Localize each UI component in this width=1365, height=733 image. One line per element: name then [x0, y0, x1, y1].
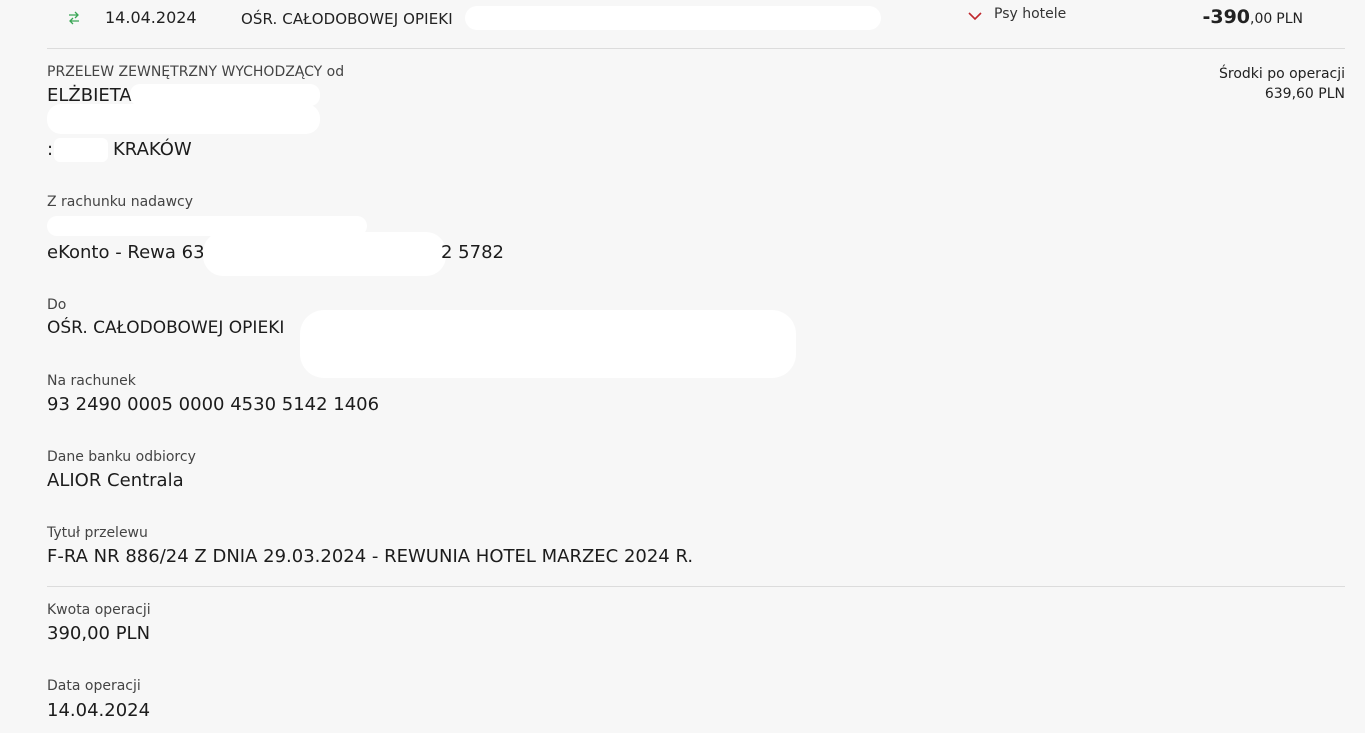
transfer-title-value: F-RA NR 886/24 Z DNIA 29.03.2024 - REWUN… — [47, 546, 694, 567]
balance-after-value: 639,60 PLN — [1264, 86, 1345, 102]
transaction-category[interactable]: Psy hotele — [994, 6, 1066, 22]
amount-integer: -390 — [1202, 6, 1251, 28]
chevron-down-icon[interactable] — [967, 9, 983, 23]
recipient-name: OŚR. CAŁODOBOWEJ OPIEKI — [47, 318, 285, 338]
transfer-type-label: PRZELEW ZEWNĘTRZNY WYCHODZĄCY od — [47, 64, 345, 80]
from-account-name: eKonto - Rewa 63 — [47, 242, 205, 263]
recipient-bank-label: Dane banku odbiorcy — [47, 449, 196, 465]
transfer-title-label: Tytuł przelewu — [47, 525, 148, 541]
operation-date-value: 14.04.2024 — [47, 700, 151, 721]
redaction-block — [54, 138, 108, 162]
recipient-bank-name: ALIOR Centrala — [47, 470, 184, 491]
balance-after-label: Środki po operacji — [1218, 66, 1345, 82]
redaction-block — [130, 84, 320, 106]
sender-name: ELŻBIETA — [47, 85, 132, 106]
operation-amount-label: Kwota operacji — [47, 602, 151, 618]
transaction-date: 14.04.2024 — [105, 8, 197, 27]
operation-date-label: Data operacji — [47, 678, 141, 694]
operation-amount-value: 390,00 PLN — [47, 623, 151, 644]
transfer-arrows-icon — [69, 11, 79, 25]
amount-decimal: ,00 — [1250, 11, 1273, 27]
recipient-label: Do — [47, 297, 67, 313]
from-account-label: Z rachunku nadawcy — [47, 194, 194, 210]
transaction-details-page: 14.04.2024 OŚR. CAŁODOBOWEJ OPIEKI Psy h… — [0, 0, 1365, 733]
redaction-block — [203, 232, 446, 276]
recipient-account-number: 93 2490 0005 0000 4530 5142 1406 — [47, 394, 380, 415]
transaction-amount: -390,00 PLN — [1202, 6, 1303, 28]
transaction-row[interactable]: 14.04.2024 OŚR. CAŁODOBOWEJ OPIEKI Psy h… — [47, 0, 1345, 49]
redaction-block — [47, 104, 320, 134]
transaction-title: OŚR. CAŁODOBOWEJ OPIEKI — [241, 10, 453, 28]
amount-currency: PLN — [1276, 11, 1303, 27]
redaction-block — [300, 310, 796, 378]
sender-city: KRAKÓW — [113, 139, 192, 160]
recipient-account-label: Na rachunek — [47, 373, 136, 389]
redaction-block — [465, 6, 881, 30]
sender-city-prefix: : — [47, 139, 54, 160]
from-account-suffix: 2 5782 — [441, 242, 504, 263]
section-divider — [47, 586, 1345, 587]
